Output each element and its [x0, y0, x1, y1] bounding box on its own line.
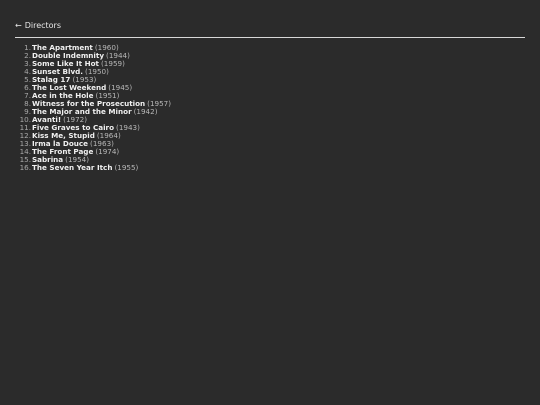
film-year: (1955): [114, 163, 139, 172]
film-year: (1942): [133, 107, 158, 116]
back-link-label: Directors: [24, 21, 62, 30]
film-number: 16.: [19, 163, 31, 172]
header-divider: [15, 37, 525, 38]
back-arrow-icon: ←: [15, 21, 22, 30]
film-year: (1974): [95, 147, 120, 156]
film-title-link[interactable]: The Seven Year Itch: [32, 164, 112, 172]
film-list: 1. The Apartment (1960) 2. Double Indemnity(…: [15, 44, 172, 172]
film-list-item: 16. The Seven Year Itch (1955): [15, 164, 171, 172]
back-to-directors-link[interactable]: ← Directors: [15, 21, 61, 31]
page: ← Directors 1. The Apartment (1960) 2. Doubl…: [0, 0, 540, 405]
